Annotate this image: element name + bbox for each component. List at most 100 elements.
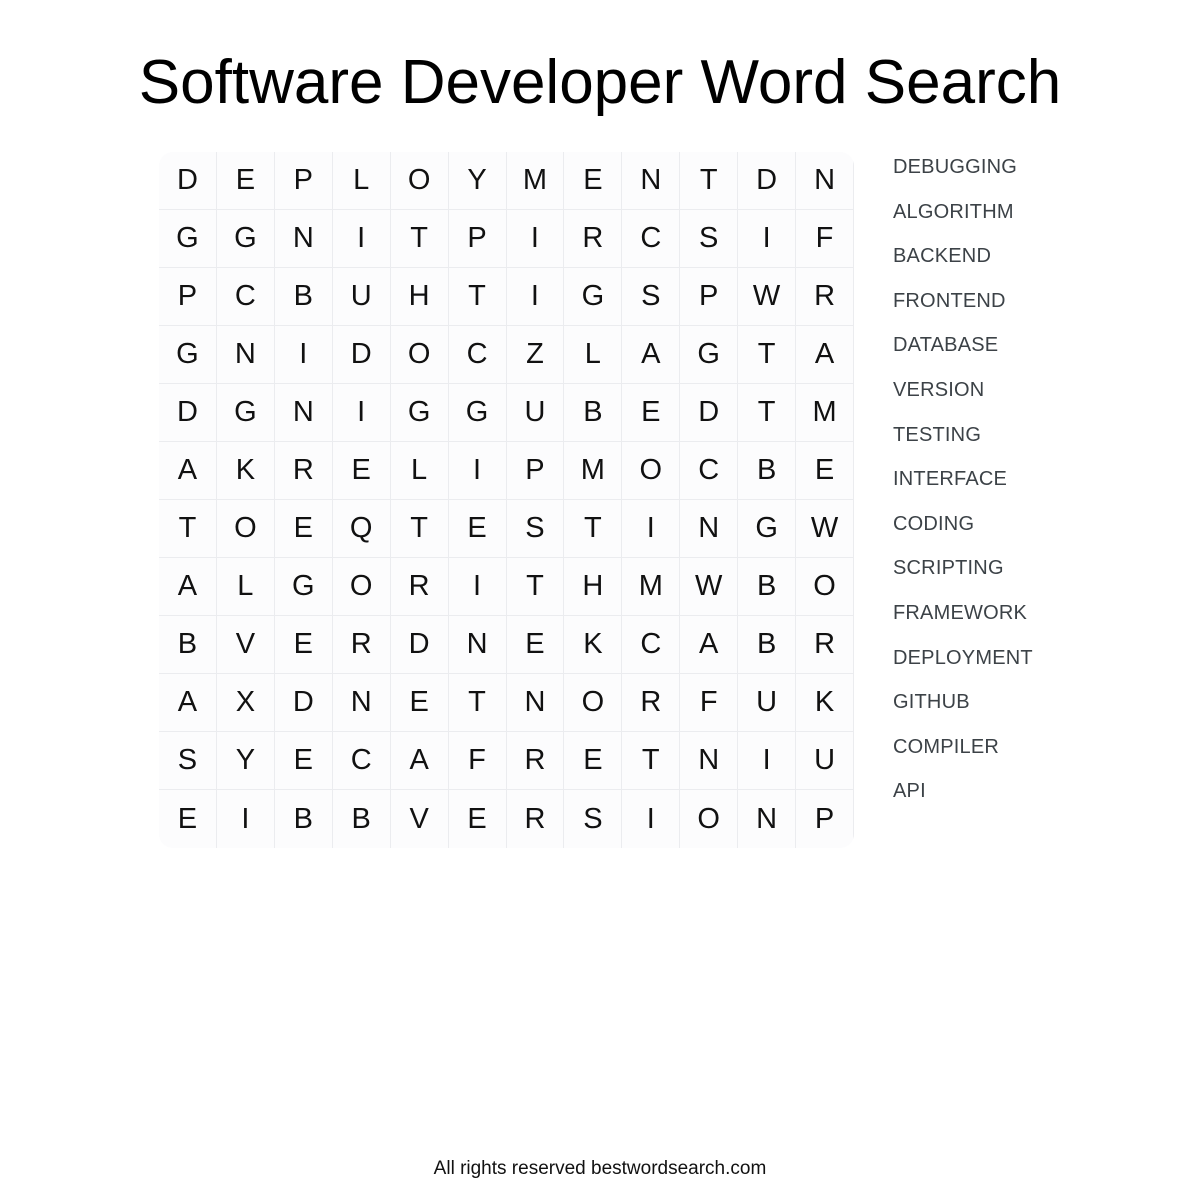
grid-cell-r8-c4[interactable]: O <box>332 558 391 616</box>
grid-cell-r2-c6[interactable]: P <box>448 210 507 268</box>
grid-cell-r1-c3[interactable]: P <box>274 152 333 210</box>
grid-cell-r10-c5[interactable]: E <box>390 674 449 732</box>
word-list-item-compiler[interactable]: COMPILER <box>893 732 1163 777</box>
word-list-item-backend[interactable]: BACKEND <box>893 241 1163 286</box>
grid-cell-r4-c6[interactable]: C <box>448 326 507 384</box>
grid-cell-r12-c11[interactable]: N <box>738 790 797 848</box>
grid-cell-r2-c2[interactable]: G <box>216 210 275 268</box>
grid-cell-r8-c12[interactable]: O <box>796 558 854 616</box>
grid-cell-r3-c3[interactable]: B <box>274 268 333 326</box>
grid-cell-r3-c11[interactable]: W <box>738 268 797 326</box>
grid-cell-r6-c9[interactable]: O <box>622 442 681 500</box>
grid-cell-r4-c9[interactable]: A <box>622 326 681 384</box>
grid-cell-r8-c8[interactable]: H <box>564 558 623 616</box>
grid-cell-r2-c1[interactable]: G <box>159 210 217 268</box>
grid-cell-r6-c5[interactable]: L <box>390 442 449 500</box>
grid-cell-r9-c4[interactable]: R <box>332 616 391 674</box>
grid-cell-r3-c5[interactable]: H <box>390 268 449 326</box>
grid-cell-r12-c2[interactable]: I <box>216 790 275 848</box>
grid-cell-r2-c11[interactable]: I <box>738 210 797 268</box>
grid-cell-r12-c6[interactable]: E <box>448 790 507 848</box>
grid-cell-r12-c1[interactable]: E <box>159 790 217 848</box>
grid-cell-r1-c1[interactable]: D <box>159 152 217 210</box>
grid-cell-r5-c4[interactable]: I <box>332 384 391 442</box>
grid-cell-r2-c12[interactable]: F <box>796 210 854 268</box>
grid-cell-r12-c3[interactable]: B <box>274 790 333 848</box>
grid-cell-r12-c7[interactable]: R <box>506 790 565 848</box>
grid-cell-r1-c5[interactable]: O <box>390 152 449 210</box>
grid-cell-r6-c11[interactable]: B <box>738 442 797 500</box>
grid-cell-r7-c10[interactable]: N <box>680 500 739 558</box>
word-list-item-algorithm[interactable]: ALGORITHM <box>893 197 1163 242</box>
grid-cell-r2-c5[interactable]: T <box>390 210 449 268</box>
grid-cell-r3-c2[interactable]: C <box>216 268 275 326</box>
grid-cell-r4-c4[interactable]: D <box>332 326 391 384</box>
grid-cell-r11-c9[interactable]: T <box>622 732 681 790</box>
grid-cell-r9-c11[interactable]: B <box>738 616 797 674</box>
grid-cell-r11-c7[interactable]: R <box>506 732 565 790</box>
grid-cell-r9-c5[interactable]: D <box>390 616 449 674</box>
grid-cell-r5-c5[interactable]: G <box>390 384 449 442</box>
word-list-item-testing[interactable]: TESTING <box>893 420 1163 465</box>
grid-cell-r9-c3[interactable]: E <box>274 616 333 674</box>
grid-cell-r11-c4[interactable]: C <box>332 732 391 790</box>
grid-cell-r10-c7[interactable]: N <box>506 674 565 732</box>
grid-cell-r9-c6[interactable]: N <box>448 616 507 674</box>
grid-cell-r12-c4[interactable]: B <box>332 790 391 848</box>
grid-cell-r3-c8[interactable]: G <box>564 268 623 326</box>
grid-cell-r11-c1[interactable]: S <box>159 732 217 790</box>
grid-cell-r9-c7[interactable]: E <box>506 616 565 674</box>
grid-cell-r3-c4[interactable]: U <box>332 268 391 326</box>
grid-cell-r12-c10[interactable]: O <box>680 790 739 848</box>
grid-cell-r10-c4[interactable]: N <box>332 674 391 732</box>
word-list-item-interface[interactable]: INTERFACE <box>893 464 1163 509</box>
grid-cell-r7-c5[interactable]: T <box>390 500 449 558</box>
grid-cell-r11-c8[interactable]: E <box>564 732 623 790</box>
grid-cell-r5-c11[interactable]: T <box>738 384 797 442</box>
letter-grid[interactable]: DEPLOYMENTDNGGNITPIRCSIFPCBUHTIGSPWRGNID… <box>159 152 854 848</box>
word-list-item-debugging[interactable]: DEBUGGING <box>893 152 1163 197</box>
grid-cell-r2-c10[interactable]: S <box>680 210 739 268</box>
grid-cell-r9-c1[interactable]: B <box>159 616 217 674</box>
grid-cell-r9-c12[interactable]: R <box>796 616 854 674</box>
word-list-item-api[interactable]: API <box>893 776 1163 821</box>
grid-cell-r6-c4[interactable]: E <box>332 442 391 500</box>
grid-cell-r12-c12[interactable]: P <box>796 790 854 848</box>
grid-cell-r6-c7[interactable]: P <box>506 442 565 500</box>
grid-cell-r5-c9[interactable]: E <box>622 384 681 442</box>
grid-cell-r8-c5[interactable]: R <box>390 558 449 616</box>
grid-cell-r11-c5[interactable]: A <box>390 732 449 790</box>
grid-cell-r2-c9[interactable]: C <box>622 210 681 268</box>
grid-cell-r1-c11[interactable]: D <box>738 152 797 210</box>
grid-cell-r7-c1[interactable]: T <box>159 500 217 558</box>
grid-cell-r3-c12[interactable]: R <box>796 268 854 326</box>
grid-cell-r2-c4[interactable]: I <box>332 210 391 268</box>
grid-cell-r5-c6[interactable]: G <box>448 384 507 442</box>
grid-cell-r9-c2[interactable]: V <box>216 616 275 674</box>
grid-cell-r5-c2[interactable]: G <box>216 384 275 442</box>
grid-cell-r11-c10[interactable]: N <box>680 732 739 790</box>
grid-cell-r8-c2[interactable]: L <box>216 558 275 616</box>
grid-cell-r3-c6[interactable]: T <box>448 268 507 326</box>
word-list-item-framework[interactable]: FRAMEWORK <box>893 598 1163 643</box>
grid-cell-r9-c10[interactable]: A <box>680 616 739 674</box>
grid-cell-r10-c10[interactable]: F <box>680 674 739 732</box>
grid-cell-r1-c6[interactable]: Y <box>448 152 507 210</box>
grid-cell-r4-c5[interactable]: O <box>390 326 449 384</box>
grid-cell-r5-c8[interactable]: B <box>564 384 623 442</box>
grid-cell-r1-c4[interactable]: L <box>332 152 391 210</box>
grid-cell-r4-c8[interactable]: L <box>564 326 623 384</box>
grid-cell-r11-c12[interactable]: U <box>796 732 854 790</box>
grid-cell-r12-c8[interactable]: S <box>564 790 623 848</box>
grid-cell-r1-c9[interactable]: N <box>622 152 681 210</box>
grid-cell-r12-c9[interactable]: I <box>622 790 681 848</box>
grid-cell-r4-c2[interactable]: N <box>216 326 275 384</box>
grid-cell-r8-c10[interactable]: W <box>680 558 739 616</box>
grid-cell-r10-c1[interactable]: A <box>159 674 217 732</box>
grid-cell-r5-c7[interactable]: U <box>506 384 565 442</box>
grid-cell-r4-c1[interactable]: G <box>159 326 217 384</box>
grid-cell-r4-c10[interactable]: G <box>680 326 739 384</box>
grid-cell-r6-c12[interactable]: E <box>796 442 854 500</box>
grid-cell-r6-c3[interactable]: R <box>274 442 333 500</box>
grid-cell-r6-c10[interactable]: C <box>680 442 739 500</box>
